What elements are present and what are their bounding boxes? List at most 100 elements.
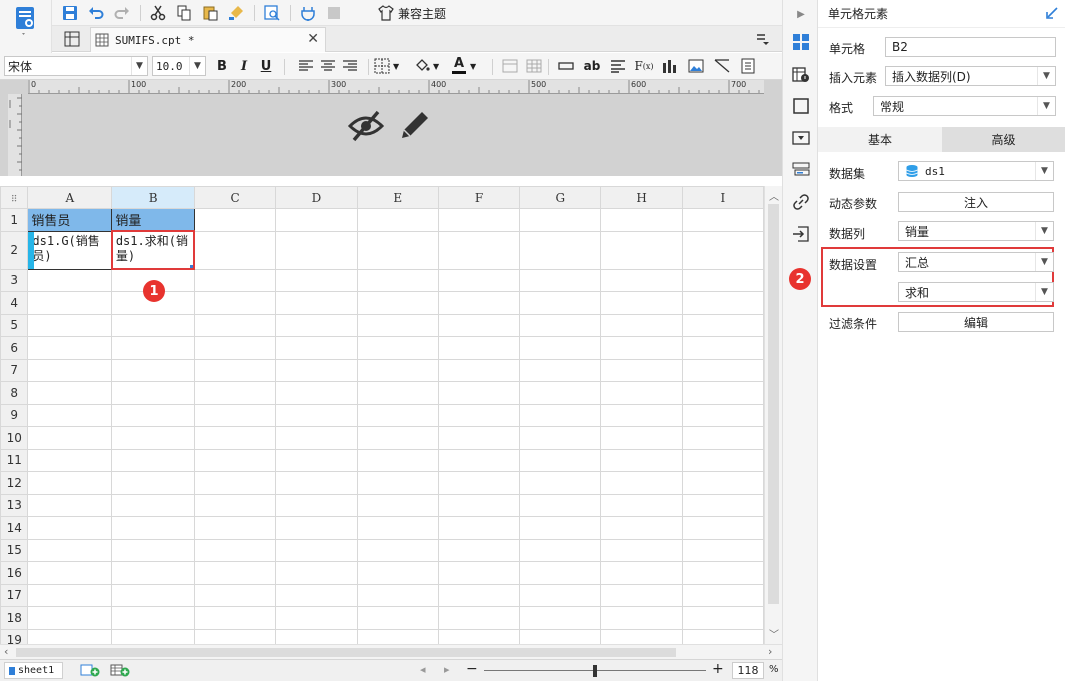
cell[interactable] bbox=[27, 493, 113, 517]
cell[interactable] bbox=[275, 561, 358, 585]
aggregate-select[interactable]: 求和 ▼ bbox=[898, 282, 1054, 302]
cell[interactable] bbox=[275, 583, 358, 607]
cell[interactable] bbox=[275, 291, 358, 315]
cell[interactable] bbox=[437, 471, 521, 495]
row-header[interactable]: 9 bbox=[0, 403, 29, 427]
cell[interactable] bbox=[275, 448, 358, 472]
cell[interactable] bbox=[27, 313, 113, 337]
cell[interactable] bbox=[356, 426, 439, 450]
cell[interactable] bbox=[356, 448, 439, 472]
scroll-down-icon[interactable]: ﹀ bbox=[769, 626, 779, 641]
cell-attribute-icon[interactable] bbox=[791, 64, 811, 84]
paste-icon[interactable] bbox=[200, 3, 220, 23]
cell[interactable] bbox=[193, 561, 277, 585]
cell[interactable] bbox=[27, 336, 113, 360]
cell[interactable] bbox=[600, 606, 683, 630]
align-center-icon[interactable] bbox=[318, 56, 338, 76]
column-header-g[interactable]: G bbox=[519, 186, 602, 209]
close-tab-icon[interactable]: ✕ bbox=[307, 31, 319, 47]
cell[interactable] bbox=[519, 426, 602, 450]
cell[interactable] bbox=[519, 448, 602, 472]
cell[interactable] bbox=[681, 493, 764, 517]
column-header-f[interactable]: F bbox=[437, 186, 521, 209]
scroll-right-icon[interactable]: › bbox=[768, 645, 772, 658]
cell[interactable] bbox=[681, 358, 764, 382]
cell[interactable] bbox=[27, 381, 113, 405]
cell-b2[interactable]: ds1.求和(销量) bbox=[110, 230, 196, 270]
cell[interactable] bbox=[27, 606, 113, 630]
cell[interactable] bbox=[193, 381, 277, 405]
cell[interactable] bbox=[519, 208, 602, 232]
cell[interactable] bbox=[681, 336, 764, 360]
row-header[interactable]: 17 bbox=[0, 583, 29, 607]
dock-arrow-icon[interactable] bbox=[1045, 6, 1059, 23]
row-header[interactable]: 15 bbox=[0, 538, 29, 562]
condition-attribute-icon[interactable] bbox=[791, 160, 811, 180]
cell[interactable] bbox=[111, 538, 195, 562]
cell[interactable] bbox=[356, 381, 439, 405]
sheet-tab[interactable]: sheet1 bbox=[4, 662, 64, 679]
cell[interactable] bbox=[437, 448, 521, 472]
cell[interactable] bbox=[681, 538, 764, 562]
cell[interactable] bbox=[356, 291, 439, 315]
save-icon[interactable] bbox=[60, 3, 80, 23]
cell[interactable] bbox=[356, 313, 439, 337]
vertical-scrollbar[interactable]: ︿ ﹀ bbox=[764, 186, 782, 644]
cell-a2[interactable]: ds1.G(销售员) bbox=[27, 230, 113, 270]
column-header-i[interactable]: I bbox=[681, 186, 764, 209]
cell[interactable] bbox=[600, 230, 683, 270]
cell-a1[interactable]: 销售员 bbox=[27, 208, 113, 232]
column-header-c[interactable]: C bbox=[193, 186, 277, 209]
cell[interactable] bbox=[275, 471, 358, 495]
cell[interactable] bbox=[193, 583, 277, 607]
cell[interactable] bbox=[27, 403, 113, 427]
cell[interactable] bbox=[519, 471, 602, 495]
scrollbar-thumb[interactable] bbox=[768, 204, 779, 604]
cell[interactable] bbox=[356, 268, 439, 292]
cell[interactable] bbox=[681, 606, 764, 630]
cell[interactable] bbox=[275, 208, 358, 232]
cell[interactable] bbox=[275, 516, 358, 540]
cell[interactable] bbox=[600, 336, 683, 360]
bar-chart-icon[interactable] bbox=[660, 56, 680, 76]
data-setting-select[interactable]: 汇总 ▼ bbox=[898, 252, 1054, 272]
cell[interactable] bbox=[27, 538, 113, 562]
row-header[interactable]: 18 bbox=[0, 606, 29, 630]
scrollbar-thumb[interactable] bbox=[16, 648, 676, 657]
cell[interactable] bbox=[437, 230, 521, 270]
cell[interactable] bbox=[600, 381, 683, 405]
select-all-corner[interactable]: ⠿ bbox=[0, 186, 29, 209]
cell[interactable] bbox=[519, 628, 602, 644]
cell[interactable] bbox=[600, 426, 683, 450]
merge-cells-icon[interactable] bbox=[500, 56, 520, 76]
cell[interactable] bbox=[111, 448, 195, 472]
wrap-text-icon[interactable] bbox=[608, 56, 628, 76]
row-header[interactable]: 3 bbox=[0, 268, 29, 292]
data-input-icon[interactable] bbox=[791, 224, 811, 244]
inject-button[interactable]: 注入 bbox=[898, 192, 1054, 212]
cell[interactable] bbox=[27, 561, 113, 585]
cell[interactable] bbox=[111, 606, 195, 630]
cell[interactable] bbox=[275, 606, 358, 630]
hide-visibility-icon[interactable] bbox=[347, 108, 385, 147]
row-header[interactable]: 6 bbox=[0, 336, 29, 360]
cell[interactable] bbox=[519, 313, 602, 337]
template-grid-icon[interactable] bbox=[64, 31, 80, 50]
cell[interactable] bbox=[681, 471, 764, 495]
cell[interactable] bbox=[600, 583, 683, 607]
cell[interactable] bbox=[437, 516, 521, 540]
cell[interactable] bbox=[275, 358, 358, 382]
cell[interactable] bbox=[681, 583, 764, 607]
cell[interactable] bbox=[27, 583, 113, 607]
cell[interactable] bbox=[111, 583, 195, 607]
cell[interactable] bbox=[681, 268, 764, 292]
add-report-sheet-icon[interactable] bbox=[110, 663, 130, 680]
cell[interactable] bbox=[437, 403, 521, 427]
grid-disabled-icon[interactable] bbox=[324, 3, 344, 23]
italic-icon[interactable]: I bbox=[234, 56, 254, 76]
cell[interactable] bbox=[600, 471, 683, 495]
cell[interactable] bbox=[600, 208, 683, 232]
slash-cell-icon[interactable] bbox=[712, 56, 732, 76]
image-icon[interactable] bbox=[686, 56, 706, 76]
cell[interactable] bbox=[275, 538, 358, 562]
